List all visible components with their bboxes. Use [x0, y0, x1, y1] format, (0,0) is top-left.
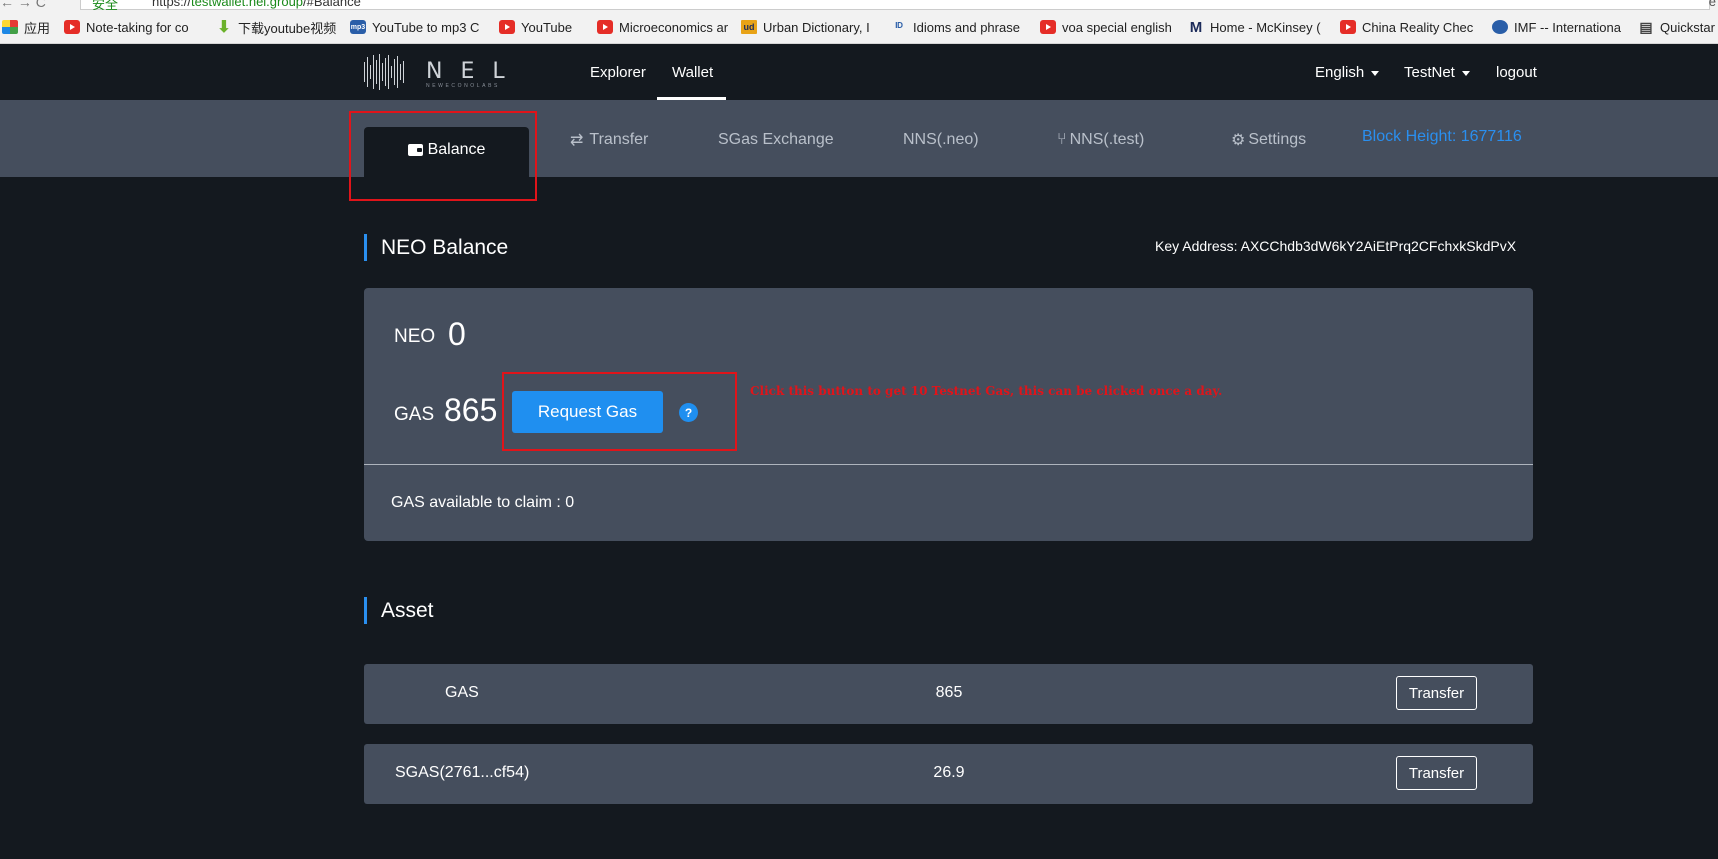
tab-label: NNS(.test): [1069, 131, 1145, 148]
tab-nns-test[interactable]: ⑂ NNS(.test): [1057, 127, 1144, 153]
bookmark-label: Note-taking for co: [86, 19, 189, 35]
quickstart-icon: ▤: [1639, 18, 1653, 35]
youtube-icon: [1040, 20, 1056, 34]
asset-row: SGAS(2761...cf54) 26.9 Transfer: [364, 744, 1533, 804]
imf-icon: [1492, 20, 1508, 34]
download-icon: ⬇: [217, 19, 231, 36]
bookmark-label: IMF -- Internationa: [1514, 19, 1621, 35]
neo-value: 0: [448, 316, 466, 352]
bookmark-label: Urban Dictionary, I: [763, 19, 870, 35]
asset-amount: 865: [935, 684, 963, 701]
logo-bars-icon: [364, 54, 414, 90]
bookmark-label: Idioms and phrase: [913, 19, 1020, 35]
annotation-text: Click this button to get 10 Testnet Gas,…: [750, 384, 1223, 398]
nel-logo[interactable]: NEL NEWECONOLABS: [364, 54, 526, 90]
youtube-icon: [64, 20, 80, 34]
bookmark-quickstart[interactable]: ▤ Quickstar: [1638, 18, 1718, 36]
asset-title: Asset: [364, 597, 434, 624]
asset-name: SGAS(2761...cf54): [395, 764, 530, 781]
browser-address-bar[interactable]: ← → C 安全 https://testwallet.nel.group/#B…: [0, 0, 1718, 10]
exchange-arrows-icon: ⇄: [570, 132, 584, 149]
bookmark-label: Home - McKinsey (: [1210, 19, 1321, 35]
transfer-button[interactable]: Transfer: [1396, 676, 1477, 710]
secure-label: 安全: [92, 0, 119, 10]
logout-link[interactable]: logout: [1496, 64, 1537, 81]
bookmark-label: 下载youtube视频: [238, 20, 337, 36]
logo-tagline: NEWECONOLABS: [426, 83, 500, 89]
bookmarks-bar: 应用 Note-taking for co ⬇ 下载youtube视频 mp3 Yo…: [0, 10, 1718, 44]
bookmark-youtube[interactable]: YouTube: [499, 18, 589, 36]
tab-label: Transfer: [589, 131, 649, 148]
gear-icon: ⚙: [1231, 132, 1246, 149]
bookmark-label: YouTube: [521, 19, 573, 35]
url-text[interactable]: https://testwallet.nel.group/#Balance: [152, 0, 361, 9]
logo-text: NEL: [426, 59, 523, 84]
asset-row: GAS 865 Transfer: [364, 664, 1533, 724]
urban-dictionary-icon: ud: [741, 20, 757, 34]
mp3-icon: mp3: [350, 20, 366, 34]
youtube-icon: [1340, 20, 1356, 34]
browser-nav-buttons[interactable]: ← → C: [0, 0, 46, 10]
bookmark-apps[interactable]: 应用: [2, 18, 52, 36]
bookmark-imf[interactable]: IMF -- Internationa: [1492, 18, 1628, 36]
bookmark-note-taking[interactable]: Note-taking for co: [64, 18, 200, 36]
tab-transfer[interactable]: ⇄ Transfer: [570, 127, 648, 153]
network-dropdown[interactable]: TestNet: [1404, 64, 1470, 81]
key-address: Key Address: AXCChdb3dW6kY2AiEtPrq2CFchx…: [1155, 238, 1517, 254]
block-height: Block Height: 1677116: [1362, 128, 1522, 145]
apps-icon: [2, 20, 18, 34]
bookmark-label: YouTube to mp3 C: [372, 19, 480, 35]
url-host: testwallet.nel.group: [191, 0, 304, 9]
tab-nns-neo[interactable]: NNS(.neo): [903, 127, 979, 153]
asset-amount: 26.9: [933, 764, 965, 781]
url-scheme: https://: [152, 0, 192, 9]
bookmark-mckinsey[interactable]: M Home - McKinsey (: [1188, 18, 1326, 36]
youtube-icon: [499, 20, 515, 34]
neo-label: NEO: [394, 326, 436, 347]
gas-label: GAS: [394, 404, 435, 425]
language-dropdown[interactable]: English: [1315, 64, 1379, 81]
idioms-icon: ᴵᴰ: [895, 20, 903, 34]
url-path: /#Balance: [303, 0, 361, 9]
bookmark-label: China Reality Chec: [1362, 19, 1474, 35]
bookmark-label: voa special english: [1062, 19, 1172, 35]
bookmark-idioms[interactable]: ᴵᴰ Idioms and phrase: [891, 18, 1027, 36]
mckinsey-icon: M: [1189, 18, 1203, 36]
gas-value: 865: [444, 392, 498, 428]
sitemap-icon: ⑂: [1057, 131, 1067, 148]
bookmark-label: 应用: [24, 20, 51, 36]
bookmark-label: Quickstar: [1660, 19, 1715, 35]
transfer-button[interactable]: Transfer: [1396, 756, 1477, 790]
annotation-highlight-request-gas: [502, 372, 737, 451]
bookmark-microeconomics[interactable]: Microeconomics ar: [597, 18, 729, 36]
wallet-tab-bar: Balance ⇄ Transfer SGas Exchange NNS(.ne…: [0, 100, 1718, 204]
bookmark-urban-dictionary[interactable]: ud Urban Dictionary, I: [741, 18, 879, 36]
bookmark-youtube-mp3[interactable]: mp3 YouTube to mp3 C: [350, 18, 488, 36]
bookmark-voa[interactable]: voa special english: [1040, 18, 1180, 36]
tab-settings[interactable]: ⚙ Settings: [1231, 127, 1306, 153]
annotation-highlight-balance-tab: [349, 111, 537, 201]
bookmark-label: Microeconomics ar: [619, 19, 729, 35]
gas-claimable-text: GAS available to claim : 0: [391, 494, 575, 511]
tab-label: SGas Exchange: [718, 131, 834, 148]
nav-wallet[interactable]: Wallet: [672, 64, 713, 81]
asset-name: GAS: [445, 684, 479, 701]
tab-sgas-exchange[interactable]: SGas Exchange: [718, 127, 834, 153]
bookmark-china-reality-check[interactable]: China Reality Chec: [1340, 18, 1480, 36]
site-header: NEL NEWECONOLABS Explorer Wallet English…: [0, 44, 1718, 100]
tab-label: NNS(.neo): [903, 131, 979, 148]
card-divider: [364, 464, 1533, 465]
youtube-icon: [597, 20, 613, 34]
browser-menu-glyph[interactable]: e: [1709, 0, 1716, 9]
neo-balance-title: NEO Balance: [364, 234, 508, 261]
nav-explorer[interactable]: Explorer: [590, 64, 646, 81]
bookmark-youtube-download[interactable]: ⬇ 下载youtube视频: [216, 18, 342, 36]
tab-label: Settings: [1248, 131, 1307, 148]
